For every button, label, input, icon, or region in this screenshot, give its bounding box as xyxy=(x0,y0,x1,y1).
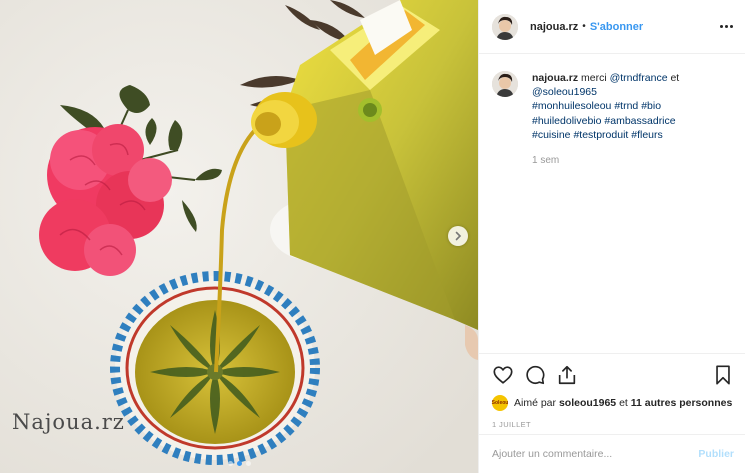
post-date[interactable]: 1 JUILLET xyxy=(492,420,734,429)
more-options-button[interactable] xyxy=(720,25,733,28)
profile-photo-icon xyxy=(492,13,518,40)
liker-avatar[interactable]: Soleou xyxy=(492,395,508,411)
bookmark-icon[interactable] xyxy=(712,364,734,386)
header-username[interactable]: najoua.rz xyxy=(530,21,578,33)
carousel-dots xyxy=(0,461,478,466)
likes-others-link[interactable]: 11 autres personnes xyxy=(631,397,733,409)
carousel-dot xyxy=(227,461,233,466)
liker-avatar-text: Soleou xyxy=(491,400,509,406)
watermark-text: Najoua.rz xyxy=(12,410,125,434)
caption-username[interactable]: najoua.rz xyxy=(532,72,578,84)
publish-button[interactable]: Publier xyxy=(698,448,734,460)
hashtag-link[interactable]: #trnd xyxy=(614,100,638,112)
caption-and: et xyxy=(670,72,680,84)
likes-middle: et xyxy=(619,397,628,409)
profile-photo-icon xyxy=(492,71,518,97)
hashtag-link[interactable]: #fleurs xyxy=(631,129,663,141)
separator-dot: • xyxy=(582,21,586,32)
olive-oil-photo xyxy=(0,0,478,473)
hashtag-link[interactable]: #cuisine xyxy=(532,129,571,141)
mention-link[interactable]: @soleou1965 xyxy=(532,86,597,98)
hashtag-link[interactable]: #huiledolivebio xyxy=(532,115,601,127)
comments-section: najoua.rz merci @trndfrance et @soleou19… xyxy=(479,54,745,353)
heart-icon[interactable] xyxy=(492,364,514,386)
post-side-panel: najoua.rz • S'abonner najoua.rz merci @t… xyxy=(478,0,745,473)
comment-input[interactable] xyxy=(492,448,699,460)
more-dot-icon xyxy=(725,25,728,28)
avatar[interactable] xyxy=(492,71,518,97)
caption-body: najoua.rz merci @trndfrance et @soleou19… xyxy=(532,71,732,168)
hashtag-link[interactable]: #bio xyxy=(641,100,661,112)
mention-link[interactable]: @trndfrance xyxy=(610,72,668,84)
follow-button[interactable]: S'abonner xyxy=(590,21,643,33)
likes-summary: Soleou Aimé par soleou1965 et 11 autres … xyxy=(492,395,734,411)
action-bar: Soleou Aimé par soleou1965 et 11 autres … xyxy=(479,353,745,429)
avatar[interactable] xyxy=(492,13,518,40)
likes-prefix: Aimé par xyxy=(514,397,557,409)
hashtag-link[interactable]: #ambassadrice xyxy=(604,115,675,127)
carousel-dot xyxy=(245,461,251,466)
comment-icon[interactable] xyxy=(524,364,546,386)
more-dot-icon xyxy=(720,25,723,28)
instagram-post: Najoua.rz najoua.rz • S'abonner najoua.r… xyxy=(0,0,745,473)
carousel-dot-active xyxy=(236,461,242,466)
caption-text: merci xyxy=(581,72,607,84)
liker-username[interactable]: soleou1965 xyxy=(559,397,616,409)
post-header: najoua.rz • S'abonner xyxy=(479,0,745,54)
comment-timestamp[interactable]: 1 sem xyxy=(532,154,732,168)
chevron-right-icon xyxy=(455,231,462,241)
hashtag-link[interactable]: #monhuilesoleou xyxy=(532,100,611,112)
action-icons xyxy=(492,364,734,386)
carousel-next-button[interactable] xyxy=(448,226,468,246)
hashtag-link[interactable]: #testproduit xyxy=(573,129,628,141)
more-dot-icon xyxy=(730,25,733,28)
caption-comment: najoua.rz merci @trndfrance et @soleou19… xyxy=(492,71,733,168)
add-comment-bar: Publier xyxy=(479,434,745,473)
post-photo[interactable]: Najoua.rz xyxy=(0,0,478,473)
share-icon[interactable] xyxy=(556,364,578,386)
